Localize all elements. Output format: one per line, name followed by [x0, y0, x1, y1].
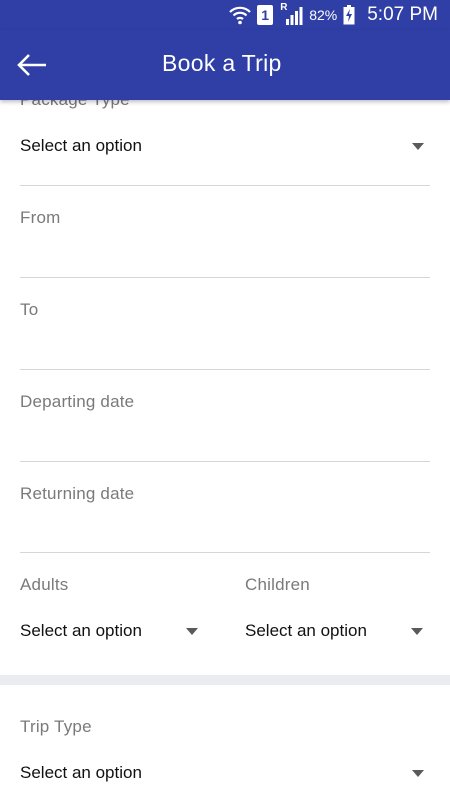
back-button[interactable]: [16, 50, 52, 80]
trip-type-label: Trip Type: [20, 717, 92, 736]
children-label: Children: [245, 575, 310, 594]
battery-percent: 82%: [309, 7, 338, 23]
sim-1-icon: 1: [257, 5, 274, 25]
divider: [20, 461, 430, 462]
returning-date-input[interactable]: [20, 471, 430, 551]
package-type-label: Package Type: [20, 100, 130, 110]
package-type-value: Select an option: [20, 136, 142, 155]
divider: [20, 277, 430, 278]
children-value: Select an option: [245, 621, 367, 640]
dropdown-caret-icon: [412, 770, 424, 777]
adults-value: Select an option: [20, 621, 142, 640]
adults-label: Adults: [20, 575, 69, 594]
roaming-indicator: R: [280, 2, 288, 13]
dropdown-caret-icon: [411, 628, 423, 635]
dropdown-caret-icon: [412, 143, 424, 150]
status-bar: 1 R 82% 5:07 PM: [0, 0, 450, 30]
trip-type-value: Select an option: [20, 763, 142, 782]
children-select[interactable]: Select an option: [245, 610, 430, 650]
divider: [20, 552, 430, 553]
app-bar: Book a Trip: [0, 30, 450, 100]
trip-type-select[interactable]: Select an option: [20, 752, 430, 792]
adults-select[interactable]: Select an option: [20, 610, 205, 650]
clock: 5:07 PM: [367, 4, 438, 25]
page-title: Book a Trip: [162, 50, 282, 76]
to-input[interactable]: [20, 287, 430, 367]
divider: [20, 369, 430, 370]
sim-slot-number: 1: [261, 7, 270, 23]
package-type-select[interactable]: Select an option: [20, 125, 430, 165]
departing-date-input[interactable]: [20, 379, 430, 459]
from-input[interactable]: [20, 195, 430, 275]
wifi-icon: [229, 5, 251, 25]
section-separator: [0, 675, 450, 685]
battery-charging-icon: [343, 5, 355, 25]
dropdown-caret-icon: [186, 628, 198, 635]
trip-form: Package Type Select an option From To De…: [0, 100, 450, 800]
signal-icon: R: [279, 2, 303, 25]
divider: [20, 185, 430, 186]
arrow-left-icon: [16, 54, 48, 84]
